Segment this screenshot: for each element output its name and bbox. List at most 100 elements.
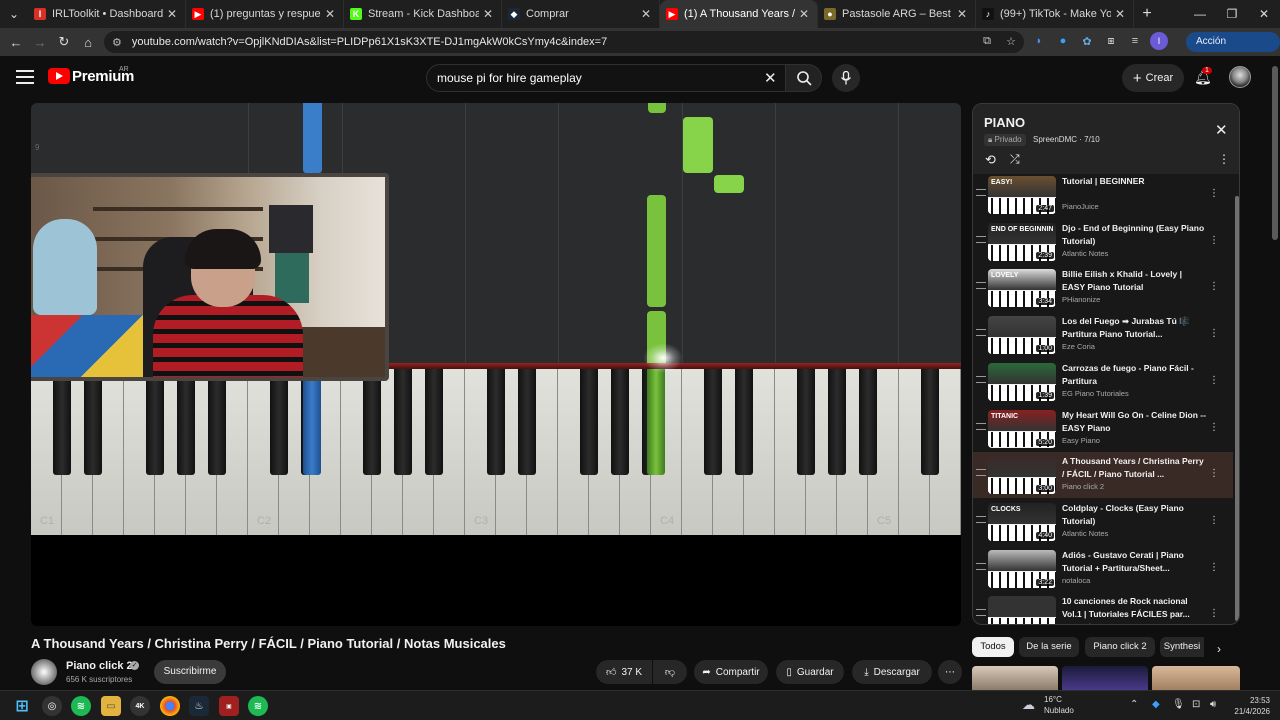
item-more-icon[interactable]: ⋮ bbox=[1209, 515, 1219, 526]
browser-tab[interactable]: ♪ (99+) TikTok - Make Your Day ✕ bbox=[976, 0, 1134, 28]
drag-handle-icon[interactable] bbox=[976, 422, 986, 430]
new-tab-button[interactable]: + bbox=[1134, 5, 1160, 23]
playlist-scrollbar-thumb[interactable] bbox=[1235, 196, 1239, 621]
close-tab-icon[interactable]: ✕ bbox=[1115, 7, 1125, 21]
close-playlist-icon[interactable]: ✕ bbox=[1215, 121, 1228, 139]
playlist-item-title[interactable]: Djo - End of Beginning (Easy Piano Tutor… bbox=[1062, 222, 1206, 248]
youtube-logo-icon[interactable] bbox=[48, 68, 70, 84]
page-scrollbar-thumb[interactable] bbox=[1272, 66, 1278, 240]
weather-widget[interactable]: ☁ 16°C Nublado bbox=[1022, 695, 1092, 717]
video-thumbnail[interactable]: END OF BEGINNING 2:39 bbox=[988, 222, 1056, 261]
drag-handle-icon[interactable] bbox=[976, 562, 986, 570]
browser-tab[interactable]: ● Pastasole ARG – Best Fresh Pas ✕ bbox=[818, 0, 976, 28]
update-required-button[interactable]: Acción obligatoria ⋮ bbox=[1186, 32, 1280, 67]
playlist-item-title[interactable]: Billie Eilish x Khalid - Lovely | EASY P… bbox=[1062, 268, 1206, 294]
drag-handle-icon[interactable] bbox=[976, 329, 986, 337]
playlist-item-title[interactable]: Adiós - Gustavo Cerati | Piano Tutorial … bbox=[1062, 549, 1206, 575]
item-more-icon[interactable]: ⋮ bbox=[1209, 468, 1219, 479]
video-thumbnail[interactable]: EASY! 2:47 bbox=[988, 176, 1056, 214]
loop-icon[interactable]: ⟲ bbox=[985, 152, 996, 168]
video-thumbnail[interactable]: 18:50 bbox=[988, 596, 1056, 624]
puzzle-icon[interactable]: ⧆ bbox=[1102, 32, 1120, 50]
browser-tab[interactable]: ▶ (1) A Thousand Years / Chri ✕ bbox=[660, 0, 818, 28]
microphone-tray-icon[interactable]: 🎙︎ bbox=[1172, 699, 1185, 710]
browser-tab[interactable]: K Stream - Kick Dashboard ✕ bbox=[344, 0, 502, 28]
subscribe-button[interactable]: Suscribirme bbox=[154, 660, 226, 684]
drag-handle-icon[interactable] bbox=[976, 469, 986, 477]
back-button[interactable]: ← bbox=[4, 35, 28, 50]
install-app-icon[interactable]: ⧉ bbox=[978, 32, 996, 50]
filter-chip[interactable]: Piano click 2 bbox=[1085, 637, 1155, 657]
chevron-right-icon[interactable]: › bbox=[1217, 642, 1221, 656]
maximize-button[interactable]: ❐ bbox=[1216, 7, 1248, 21]
playlist-item[interactable]: END OF BEGINNING 2:39 Djo - End of Beginni… bbox=[973, 219, 1233, 265]
search-button[interactable] bbox=[786, 64, 822, 92]
video-thumbnail[interactable]: 3:22 bbox=[988, 549, 1056, 588]
playlist-item[interactable]: 1:00 Los del Fuego ➡ Jurabas Tú 🎼 Partitu… bbox=[973, 312, 1233, 358]
profile-icon[interactable]: I bbox=[1150, 32, 1168, 50]
network-icon[interactable]: ⊡ bbox=[1192, 699, 1200, 710]
playlist-item[interactable]: 1:39 Carrozas de fuego - Piano Fácil - Pa… bbox=[973, 359, 1233, 405]
app-icon-1[interactable]: ◎ bbox=[42, 696, 62, 716]
drag-handle-icon[interactable] bbox=[976, 189, 986, 196]
reading-list-icon[interactable]: ≡ bbox=[1126, 32, 1144, 50]
drag-handle-icon[interactable] bbox=[976, 375, 986, 383]
video-thumbnail[interactable]: 3:00 bbox=[988, 456, 1056, 495]
windows-start-icon[interactable]: ⊞ bbox=[12, 696, 32, 716]
video-player[interactable]: 9 C1 C2 C3 C4 C5 bbox=[31, 103, 961, 626]
related-video-thumbnail[interactable] bbox=[1152, 666, 1240, 690]
share-button[interactable]: ➦ Compartir bbox=[694, 660, 768, 684]
save-button[interactable]: ▯ Guardar bbox=[776, 660, 844, 684]
playlist-item-title[interactable]: Carrozas de fuego - Piano Fácil - Partit… bbox=[1062, 362, 1206, 388]
playlist-item-title[interactable]: Coldplay - Clocks (Easy Piano Tutorial) bbox=[1062, 502, 1206, 528]
video-thumbnail[interactable]: 1:39 bbox=[988, 362, 1056, 401]
channel-avatar[interactable] bbox=[31, 659, 57, 685]
item-more-icon[interactable]: ⋮ bbox=[1209, 422, 1219, 433]
item-more-icon[interactable]: ⋮ bbox=[1209, 608, 1219, 619]
like-button[interactable]: 👍︎ 37 K bbox=[596, 660, 652, 684]
channel-name[interactable]: Piano click 2 bbox=[66, 660, 133, 672]
close-tab-icon[interactable]: ✕ bbox=[957, 7, 967, 21]
playlist-item[interactable]: EASY! 2:47 Tutorial | BEGINNER PianoJuice ⋮ bbox=[973, 172, 1233, 218]
playlist-item[interactable]: 3:00 A Thousand Years / Christina Perry /… bbox=[973, 452, 1233, 499]
download-button[interactable]: ⤓ Descargar bbox=[852, 660, 932, 684]
more-actions-button[interactable]: ⋯ bbox=[938, 660, 962, 684]
menu-icon[interactable] bbox=[16, 70, 34, 84]
browser-tab[interactable]: ▶ (1) preguntas y respuestas - Yo ✕ bbox=[186, 0, 344, 28]
drag-handle-icon[interactable] bbox=[976, 282, 986, 290]
playlist-item[interactable]: 3:22 Adiós - Gustavo Cerati | Piano Tutor… bbox=[973, 546, 1233, 592]
filter-chip[interactable]: Synthesi bbox=[1160, 637, 1204, 657]
site-info-icon[interactable]: ⚙ bbox=[112, 36, 122, 49]
item-more-icon[interactable]: ⋮ bbox=[1209, 188, 1219, 199]
tray-app-icon[interactable]: ◆ bbox=[1152, 699, 1160, 710]
tab-search-dropdown[interactable]: ⌄ bbox=[0, 0, 28, 28]
tray-overflow-icon[interactable]: ⌃ bbox=[1130, 699, 1138, 710]
volume-icon[interactable]: 🔊︎ bbox=[1210, 699, 1216, 710]
app-icon-red[interactable]: ▣ bbox=[219, 696, 239, 716]
video-thumbnail[interactable]: 1:00 bbox=[988, 316, 1056, 355]
playlist-item[interactable]: LOVELY 3:34 Billie Eilish x Khalid - Lovel… bbox=[973, 265, 1233, 311]
close-tab-icon[interactable]: ✕ bbox=[641, 7, 651, 21]
search-input[interactable] bbox=[426, 64, 786, 92]
clear-search-icon[interactable]: ✕ bbox=[764, 69, 777, 87]
video-thumbnail[interactable]: TITANIC 5:20 bbox=[988, 409, 1056, 448]
account-avatar[interactable] bbox=[1229, 66, 1251, 88]
close-window-button[interactable]: ✕ bbox=[1248, 7, 1280, 21]
drag-handle-icon[interactable] bbox=[976, 609, 986, 617]
playlist-item-title[interactable]: A Thousand Years / Christina Perry / FÁC… bbox=[1062, 455, 1206, 481]
playlist-item-title[interactable]: My Heart Will Go On - Celine Dion -- EAS… bbox=[1062, 409, 1206, 435]
system-clock[interactable]: 23:53 21/4/2026 bbox=[1230, 695, 1270, 717]
playlist-item-title[interactable]: Los del Fuego ➡ Jurabas Tú 🎼 Partitura P… bbox=[1062, 315, 1206, 341]
item-more-icon[interactable]: ⋮ bbox=[1209, 235, 1219, 246]
video-thumbnail[interactable]: CLOCKS 4:40 bbox=[988, 502, 1056, 541]
create-button[interactable]: + Crear bbox=[1122, 64, 1184, 92]
home-button[interactable]: ⌂ bbox=[76, 35, 100, 50]
item-more-icon[interactable]: ⋮ bbox=[1209, 281, 1219, 292]
playlist-item[interactable]: CLOCKS 4:40 Coldplay - Clocks (Easy Piano … bbox=[973, 499, 1233, 545]
dislike-button[interactable]: 👎︎ bbox=[653, 660, 687, 684]
related-video-thumbnail[interactable] bbox=[972, 666, 1058, 690]
playlist-item-title[interactable]: 10 canciones de Rock nacional Vol.1 | Tu… bbox=[1062, 595, 1206, 621]
filter-chip[interactable]: De la serie bbox=[1019, 637, 1079, 657]
forward-button[interactable]: → bbox=[28, 35, 52, 50]
playlist-more-icon[interactable]: ⋮ bbox=[1218, 152, 1230, 166]
